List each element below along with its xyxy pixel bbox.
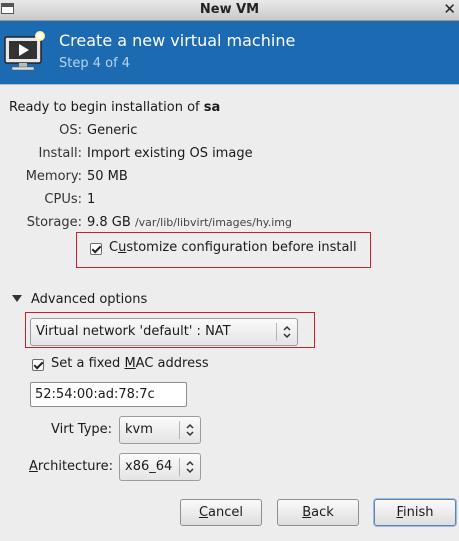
os-value: Generic (87, 123, 138, 138)
vm-name: sa (203, 100, 221, 115)
architecture-value: x86_64 (125, 459, 173, 474)
customize-label[interactable]: Customize configuration before install (109, 240, 357, 255)
storage-label: Storage: (26, 215, 82, 230)
close-icon[interactable]: ✕ (443, 0, 456, 18)
chevron-updown-icon (283, 325, 291, 339)
storage-size: 9.8 GB (87, 215, 131, 230)
memory-label: Memory: (25, 169, 82, 184)
ready-line: Ready to begin installation of sa (9, 100, 220, 115)
memory-value: 50 MB (87, 169, 128, 184)
wizard-title: Create a new virtual machine (59, 31, 296, 50)
chevron-updown-icon (186, 460, 194, 474)
architecture-label: Architecture: (29, 459, 113, 474)
cpus-value: 1 (87, 192, 96, 207)
finish-button[interactable]: Finish (374, 499, 456, 526)
monitor-play-icon (4, 31, 45, 71)
wizard-header: Create a new virtual machine Step 4 of 4 (0, 21, 459, 84)
os-label: OS: (59, 123, 82, 138)
virt-type-value: kvm (125, 422, 153, 437)
cancel-button[interactable]: Cancel (180, 499, 262, 526)
combo-divider (179, 421, 180, 439)
virt-type-select[interactable]: kvm (119, 416, 201, 444)
install-label: Install: (38, 146, 82, 161)
customize-checkbox[interactable] (90, 243, 102, 255)
storage-value-line: 9.8 GB /var/lib/libvirt/images/hy.img (87, 215, 292, 230)
header-divider (0, 84, 459, 85)
combo-divider (179, 458, 180, 476)
ready-text: Ready to begin installation of (9, 100, 200, 115)
title-bar: New VM ✕ (0, 0, 459, 21)
chevron-updown-icon (186, 423, 194, 437)
cpus-label: CPUs: (44, 192, 82, 207)
architecture-select[interactable]: x86_64 (119, 453, 201, 481)
back-button[interactable]: Back (277, 499, 359, 526)
combo-divider (276, 323, 277, 341)
wizard-step: Step 4 of 4 (59, 56, 131, 71)
network-select[interactable]: Virtual network 'default' : NAT (30, 318, 298, 346)
advanced-options-toggle[interactable]: Advanced options (31, 292, 147, 307)
window-title: New VM (199, 2, 260, 17)
fixed-mac-label[interactable]: Set a fixed MAC address (51, 356, 209, 371)
virt-type-label: Virt Type: (51, 422, 113, 437)
mac-address-input[interactable]: 52:54:00:ad:78:7c (30, 382, 187, 407)
storage-path: /var/lib/libvirt/images/hy.img (134, 216, 293, 229)
expander-arrow-icon[interactable] (12, 295, 22, 302)
install-value: Import existing OS image (87, 146, 253, 161)
fixed-mac-checkbox[interactable] (32, 359, 44, 371)
network-select-value: Virtual network 'default' : NAT (36, 324, 231, 339)
